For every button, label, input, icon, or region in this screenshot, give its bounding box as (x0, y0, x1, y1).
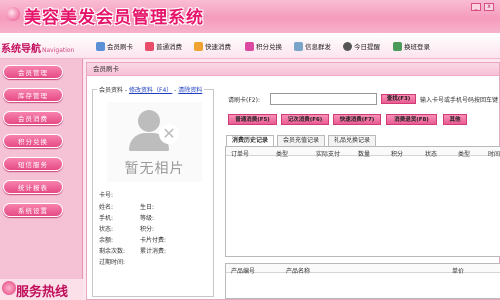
gift-icon (245, 41, 254, 51)
toolbar-label: 今日提醒 (354, 43, 380, 51)
toolbar-points-redeem[interactable]: 积分兑换 (245, 41, 282, 51)
phone-icon (2, 281, 16, 295)
toolbar-label: 积分兑换 (256, 43, 282, 51)
toolbar: 系统导航Navigation 会员刷卡 普通消费 快速消费 积分兑换 信息群发 … (0, 33, 500, 59)
toolbar-bulk-message[interactable]: 信息群发 (294, 41, 331, 51)
search-hint: 输入卡号或手机号码按回车键 (420, 97, 499, 104)
toolbar-quick-consume[interactable]: 快速消费 (194, 41, 231, 51)
toolbar-label: 会员刷卡 (107, 43, 133, 51)
column-product-name: 产品名称 (286, 268, 311, 275)
column-unit-price: 单价 (452, 268, 465, 275)
field-balance: 余额: (99, 237, 114, 244)
field-remaining-times: 剩余次数: (99, 248, 126, 255)
return-button[interactable]: 消费退货(F8) (386, 114, 437, 125)
app-logo-icon (6, 7, 20, 21)
app-title: 美容美发会员管理系统 (24, 8, 204, 28)
tab-gift-history[interactable]: 礼品兑换记录 (328, 135, 376, 146)
minimize-button[interactable]: _ (471, 3, 481, 11)
sidebar-item-settings[interactable]: 系统设置 (3, 203, 63, 217)
toolbar-label: 普通消费 (156, 43, 182, 51)
field-total-consume: 累计消费: (140, 248, 167, 255)
quick-consume-button[interactable]: 快速消费(F7) (333, 114, 381, 125)
sidebar-item-reports[interactable]: 统计报表 (3, 180, 63, 194)
card-input[interactable] (270, 93, 377, 105)
search-button[interactable]: 查找(F3) (381, 94, 416, 104)
no-photo-icon: ✕ (159, 124, 179, 144)
tab-recharge-history[interactable]: 会员充值记录 (277, 135, 325, 146)
count-consume-button[interactable]: 记次消费(F6) (281, 114, 329, 125)
close-button[interactable]: x (484, 3, 494, 11)
avatar-head-icon (138, 110, 160, 132)
sidebar-title: 系统导航Navigation (1, 40, 74, 55)
field-status: 状态: (99, 226, 114, 233)
lightning-icon (194, 41, 203, 51)
field-name: 姓名: (99, 204, 114, 211)
member-info-box: 会员资料 - 修改资料（F4） - 清除资料 ✕ 暂无相片 卡号: 姓名: 手机… (92, 85, 214, 297)
member-photo: ✕ 暂无相片 (107, 102, 202, 182)
toolbar-label: 换班登录 (404, 43, 430, 51)
toolbar-today-reminder[interactable]: 今日提醒 (343, 41, 380, 51)
title-bar: 美容美发会员管理系统 _ x (0, 0, 500, 33)
member-section-label: 会员资料 (99, 87, 124, 94)
column-status: 状态 (425, 151, 438, 158)
column-actual-paid: 实际支付 (316, 151, 341, 158)
card-icon (96, 41, 105, 51)
toolbar-label: 快速消费 (205, 43, 231, 51)
sidebar-title-text: 系统导航 (1, 44, 41, 55)
field-card-no: 卡号: (99, 192, 114, 199)
main-panel: 会员刷卡 会员资料 - 修改资料（F4） - 清除资料 ✕ 暂无相片 卡号: 姓… (86, 62, 500, 300)
field-expire-time: 过期时间: (99, 259, 126, 266)
toolbar-shift-login[interactable]: 换班登录 (393, 41, 430, 51)
field-birthday: 生日: (140, 204, 155, 211)
field-points: 积分: (140, 226, 155, 233)
normal-consume-button[interactable]: 普通消费(F5) (228, 114, 277, 125)
field-phone: 手机: (99, 215, 114, 222)
sidebar-item-inventory[interactable]: 库存管理 (3, 88, 63, 102)
column-product-code: 产品编号 (231, 268, 256, 275)
panel-title: 会员刷卡 (87, 63, 499, 76)
switch-user-icon (393, 41, 402, 51)
member-links: 会员资料 - 修改资料（F4） - 清除资料 (97, 85, 205, 94)
sidebar: 会员管理 库存管理 会员消费 积分兑换 短信服务 统计报表 系统设置 服务热线 (0, 59, 83, 300)
clock-icon (343, 41, 352, 51)
sidebar-item-member-management[interactable]: 会员管理 (3, 65, 63, 79)
column-time: 时间 (488, 151, 500, 158)
clear-profile-link[interactable]: 清除资料 (178, 87, 202, 94)
column-points: 积分 (391, 151, 404, 158)
product-table[interactable]: 产品编号 产品名称 单价 (225, 263, 500, 299)
toolbar-label: 信息群发 (305, 43, 331, 51)
toolbar-card-swipe[interactable]: 会员刷卡 (96, 41, 133, 51)
other-button[interactable]: 其他 (443, 114, 467, 125)
column-kind: 类型 (458, 151, 471, 158)
sidebar-title-sub: Navigation (42, 47, 75, 54)
cart-icon (145, 41, 154, 51)
column-order-no: 订单号 (231, 151, 250, 158)
window-controls: _ x (471, 3, 494, 11)
consume-history-table[interactable]: 订单号 类型 实际支付 数量 积分 状态 类型 时间 (225, 146, 500, 257)
column-type: 类型 (276, 151, 289, 158)
edit-profile-link[interactable]: 修改资料（F4） (129, 87, 172, 94)
field-level: 等级: (140, 215, 155, 222)
photo-caption: 暂无相片 (124, 161, 185, 177)
hotline: 服务热线 (0, 279, 83, 300)
field-card-fee: 卡片付费: (140, 237, 167, 244)
hotline-label: 服务热线 (16, 285, 69, 300)
sidebar-item-sms[interactable]: 短信服务 (3, 157, 63, 171)
card-input-label: 请刷卡(F2): (228, 97, 260, 104)
sidebar-item-points[interactable]: 积分兑换 (3, 134, 63, 148)
toolbar-normal-consume[interactable]: 普通消费 (145, 41, 182, 51)
column-quantity: 数量 (358, 151, 371, 158)
sidebar-item-member-consume[interactable]: 会员消费 (3, 111, 63, 125)
mail-icon (294, 41, 303, 51)
